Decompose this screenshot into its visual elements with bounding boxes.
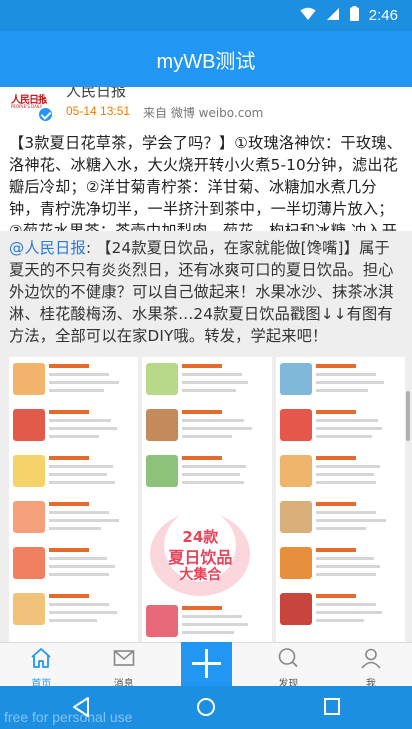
mail-icon: [112, 646, 136, 674]
post-source: 来自 微博 weibo.com: [143, 106, 264, 120]
screen: 2:46 myWB测试 人民日报 PEOPLE'S DAILY 人民日报 05-…: [0, 0, 412, 729]
nav-messages[interactable]: 消息: [82, 643, 164, 690]
retweet-box[interactable]: @人民日报: 【24款夏日饮品，在家就能做[馋嘴]】属于夏天的不只有炎炎烈日，还…: [0, 231, 412, 642]
verified-badge-icon: [38, 107, 53, 122]
app-title: myWB测试: [156, 50, 256, 73]
nav-home[interactable]: 首页: [0, 643, 82, 690]
cellular-icon: [326, 6, 340, 25]
watermark: free for personal use: [4, 709, 133, 725]
recents-icon[interactable]: [323, 696, 341, 722]
wifi-icon: [300, 6, 316, 25]
app-bar: myWB测试: [0, 31, 412, 87]
status-time: 2:46: [368, 7, 398, 24]
image-panel-center: 24款 夏日饮品 大集合: [142, 357, 272, 642]
image-panel-left: [9, 357, 139, 642]
search-icon: [276, 646, 300, 674]
battery-icon: [349, 6, 359, 25]
home-circle-icon[interactable]: [196, 696, 216, 722]
feed-content[interactable]: 人民日报 PEOPLE'S DAILY 人民日报 05-14 13:51 来自 …: [0, 87, 412, 642]
nav-me[interactable]: 我: [330, 643, 412, 690]
avatar-logo-sub: PEOPLE'S DAILY: [11, 104, 43, 109]
profile-icon: [359, 646, 383, 674]
retweet-image[interactable]: 24款 夏日饮品 大集合: [9, 357, 405, 642]
add-post-button[interactable]: [181, 642, 232, 686]
author-name[interactable]: 人民日报: [66, 87, 126, 101]
image-panel-right: [275, 357, 405, 642]
nav-discover[interactable]: 发现: [247, 643, 329, 690]
home-icon: [29, 646, 53, 674]
badge-line-3: 大集合: [179, 567, 222, 583]
post-time: 05-14 13:51: [66, 104, 131, 118]
image-badge: 24款 夏日饮品 大集合: [150, 512, 251, 596]
retweet-text: @人民日报: 【24款夏日饮品，在家就能做[馋嘴]】属于夏天的不只有炎炎烈日，还…: [9, 237, 405, 347]
status-bar: 2:46: [0, 0, 412, 31]
post-header: 人民日报 PEOPLE'S DAILY 人民日报 05-14 13:51 来自 …: [0, 87, 412, 123]
mention-link[interactable]: @人民日报: [9, 239, 86, 257]
scrollbar-thumb[interactable]: [406, 391, 410, 441]
